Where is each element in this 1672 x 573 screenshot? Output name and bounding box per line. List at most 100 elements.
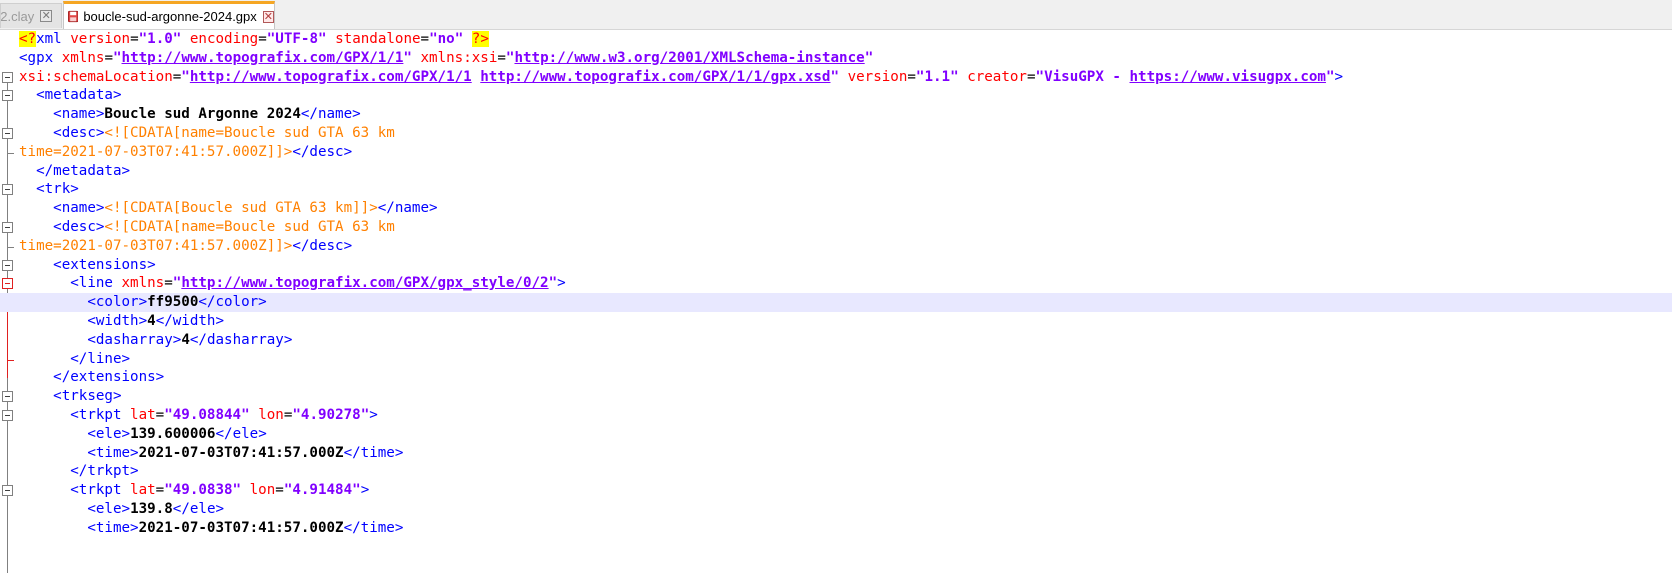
code-line[interactable]: <trkseg> — [0, 387, 1672, 406]
token-val: "49.0838" — [164, 482, 242, 499]
token-attr: xmlns — [121, 275, 165, 292]
token-cdata: <![CDATA[name=Boucle sud GTA 63 km — [104, 219, 395, 235]
token-tag: <trk> — [36, 181, 79, 198]
code-line[interactable]: </line> — [0, 350, 1672, 369]
code-text: <time>2021-07-03T07:41:57.000Z</time> — [19, 444, 403, 463]
code-line[interactable]: time=2021-07-03T07:41:57.000Z]]></desc> — [0, 143, 1672, 162]
code-line[interactable]: </metadata> — [0, 162, 1672, 181]
token-plain: = — [497, 49, 506, 66]
code-line[interactable]: <gpx xmlns="http://www.topografix.com/GP… — [0, 49, 1672, 68]
token-tag: </desc> — [292, 143, 353, 160]
code-text: <gpx xmlns="http://www.topografix.com/GP… — [19, 49, 873, 68]
tab-gpx-file[interactable]: boucle-sud-argonne-2024.gpx ✕ — [63, 1, 275, 29]
token-tag: </ele> — [172, 501, 225, 517]
code-line[interactable]: <trkpt lat="49.08844" lon="4.90278"> — [0, 406, 1672, 425]
code-text: <metadata> — [19, 86, 122, 105]
code-line[interactable]: <ele>139.600006</ele> — [0, 425, 1672, 444]
token-plain: = — [172, 68, 182, 85]
code-text: <ele>139.600006</ele> — [19, 425, 266, 444]
token-url: http://www.w3.org/2001/XMLSchema-instanc… — [514, 49, 865, 66]
token-attr: xmlns:xsi — [420, 49, 498, 66]
token-tag: </time> — [343, 444, 404, 461]
code-line[interactable]: <?xml version="1.0" encoding="UTF-8" sta… — [0, 30, 1672, 49]
code-line[interactable]: <metadata> — [0, 86, 1672, 105]
token-tag: </metadata> — [36, 162, 131, 179]
token-tag: <time> — [87, 519, 139, 536]
token-val: "4.91484" — [283, 482, 361, 499]
code-line-current[interactable]: <color>ff9500</color> — [0, 293, 1672, 313]
code-line[interactable]: <trkpt lat="49.0838" lon="4.91484"> — [0, 481, 1672, 500]
code-line[interactable]: <time>2021-07-03T07:41:57.000Z</time> — [0, 444, 1672, 463]
token-tag: <gpx — [19, 49, 62, 66]
token-tag: <desc> — [53, 219, 105, 235]
code-line[interactable]: <line xmlns= "http://www.topografix.com/G… — [0, 274, 1672, 293]
code-line[interactable]: <width>4</width> — [0, 312, 1672, 331]
code-line[interactable]: xsi:schemaLocation="http://www.topografi… — [0, 68, 1672, 87]
token-attr: lon — [258, 407, 284, 423]
code-line[interactable]: time=2021-07-03T07:41:57.000Z]]></desc> — [0, 237, 1672, 256]
token-tag: <dasharray> — [87, 331, 182, 348]
code-line[interactable]: <name>Boucle sud Argonne 2024</name> — [0, 105, 1672, 124]
token-tag: <metadata> — [36, 87, 122, 104]
token-txt: 139.600006 — [130, 425, 216, 442]
token-tag: <extensions> — [53, 256, 156, 273]
token-attr: creator — [967, 68, 1027, 85]
token-tag: </extensions> — [53, 369, 165, 386]
code-text: <desc><![CDATA[name=Boucle sud GTA 63 km — [19, 218, 395, 237]
code-text: <trkpt lat="49.0838" lon="4.91484"> — [19, 481, 369, 500]
token-plain: = — [104, 49, 113, 66]
code-line[interactable]: <desc><![CDATA[name=Boucle sud GTA 63 km — [0, 218, 1672, 237]
code-text: <trk> — [19, 180, 79, 199]
code-line[interactable]: </trkpt> — [0, 462, 1672, 481]
token-url: http://www.topografix.com/GPX/gpx_style/… — [181, 275, 549, 292]
token-url: http://www.topografix.com/GPX/1/1 — [121, 49, 404, 66]
token-val: " — [112, 49, 122, 66]
code-text: <name>Boucle sud Argonne 2024</name> — [19, 105, 361, 124]
code-text: xsi:schemaLocation="http://www.topografi… — [19, 68, 1343, 87]
code-line[interactable]: <ele>139.8</ele> — [0, 500, 1672, 519]
token-tag: <time> — [87, 444, 139, 461]
token-cdata: time=2021-07-03T07:41:57.000Z]]> — [19, 237, 293, 254]
tab-clay-file[interactable]: 92.clay ✕ — [0, 3, 62, 28]
code-line[interactable]: <time>2021-07-03T07:41:57.000Z</time> — [0, 519, 1672, 538]
token-val: " — [864, 49, 874, 66]
token-plain: = — [130, 31, 139, 47]
token-plain: = — [258, 31, 267, 47]
token-txt: ff9500 — [147, 294, 199, 311]
code-editor[interactable]: <?xml version="1.0" encoding="UTF-8" sta… — [0, 30, 1672, 573]
code-line[interactable]: <trk> — [0, 180, 1672, 199]
code-line[interactable]: <extensions> — [0, 256, 1672, 275]
code-text: <time>2021-07-03T07:41:57.000Z</time> — [19, 519, 403, 538]
token-tag: </time> — [343, 519, 404, 536]
close-icon[interactable]: ✕ — [262, 10, 274, 23]
code-line[interactable]: </extensions> — [0, 368, 1672, 387]
token-val: "1.0" — [138, 31, 182, 47]
code-line[interactable]: <name><![CDATA[Boucle sud GTA 63 km]]></… — [0, 199, 1672, 218]
token-val: " — [403, 49, 412, 66]
token-txt: 4 — [181, 331, 190, 348]
token-attr: standalone — [335, 31, 421, 47]
code-text: </extensions> — [19, 368, 164, 387]
close-icon[interactable]: ✕ — [40, 10, 53, 22]
code-text: <extensions> — [19, 256, 156, 275]
code-line[interactable]: <dasharray>4</dasharray> — [0, 331, 1672, 350]
code-text: <desc><![CDATA[name=Boucle sud GTA 63 km — [19, 124, 395, 143]
code-text: <ele>139.8</ele> — [19, 500, 224, 519]
token-txt: 4 — [147, 313, 156, 329]
code-line[interactable]: <desc><![CDATA[name=Boucle sud GTA 63 km — [0, 124, 1672, 143]
